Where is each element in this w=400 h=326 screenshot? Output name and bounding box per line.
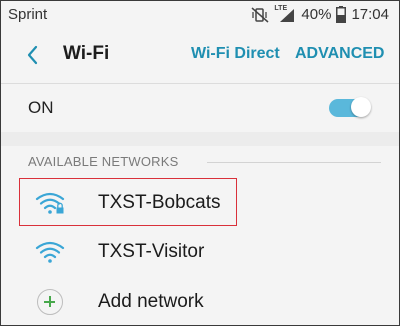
- screen: Sprint LTE 40% 17:04 Wi-Fi Wi-Fi Direct …: [0, 0, 400, 326]
- lte-signal-icon: LTE: [274, 5, 296, 23]
- wifi-toggle-switch[interactable]: [329, 97, 371, 119]
- clock: 17:04: [351, 6, 389, 23]
- highlight-box: [19, 178, 237, 226]
- mute-vibrate-icon: [251, 6, 269, 23]
- section-header-divider: [207, 162, 381, 163]
- add-network-label: Add network: [98, 291, 204, 312]
- add-plus-icon: [37, 289, 63, 315]
- wifi-direct-button[interactable]: Wi-Fi Direct: [191, 45, 280, 63]
- status-bar: Sprint LTE 40% 17:04: [1, 1, 399, 29]
- back-arrow-icon[interactable]: [21, 43, 45, 67]
- add-network-row[interactable]: Add network: [1, 277, 399, 325]
- app-header: Wi-Fi Wi-Fi Direct ADVANCED: [1, 29, 399, 83]
- wifi-state-label: ON: [28, 98, 54, 117]
- network-item-txst-visitor[interactable]: TXST-Visitor: [1, 227, 399, 277]
- network-name: TXST-Visitor: [98, 241, 205, 262]
- wifi-toggle-row[interactable]: ON: [1, 84, 399, 132]
- carrier-name: Sprint: [8, 6, 48, 23]
- section-spacer: [1, 132, 399, 146]
- battery-percent: 40%: [301, 6, 332, 23]
- battery-icon: [336, 6, 347, 23]
- toggle-thumb: [351, 97, 371, 117]
- available-networks-header: AVAILABLE NETWORKS: [28, 154, 179, 169]
- status-icons: LTE 40% 17:04: [246, 5, 389, 23]
- page-title: Wi-Fi: [63, 43, 110, 64]
- advanced-button[interactable]: ADVANCED: [295, 45, 384, 63]
- wifi-icon: [35, 240, 65, 264]
